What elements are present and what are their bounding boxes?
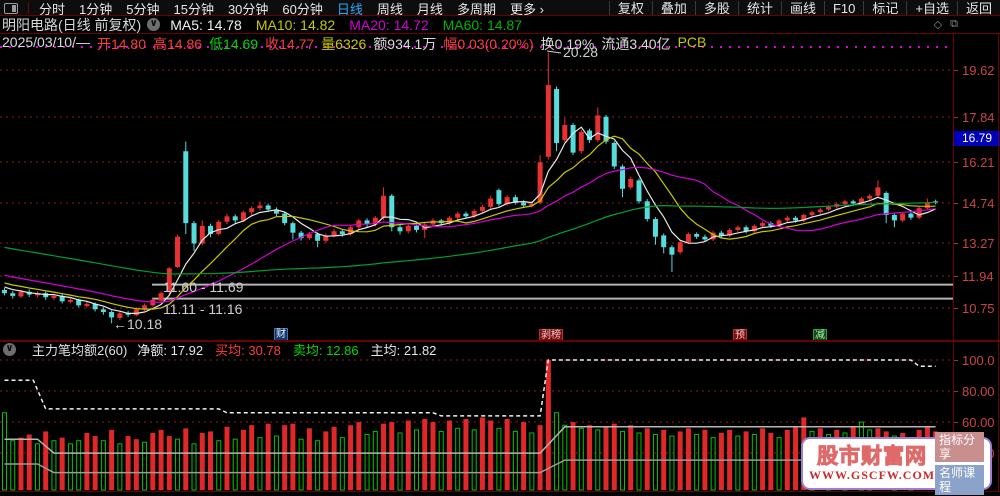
- indicator-field-1: 买均: 30.78: [215, 343, 281, 358]
- layout-icon[interactable]: [4, 2, 18, 14]
- axis-border: [953, 33, 954, 492]
- toolbar-button-1[interactable]: 叠加: [651, 0, 695, 16]
- indicator-field-0: 净额: 17.92: [137, 343, 204, 358]
- diamond-icon[interactable]: ◇: [934, 18, 942, 31]
- toolbar-button-2[interactable]: 多股: [694, 0, 738, 16]
- quote-field-8: 流通3.40亿: [601, 36, 671, 52]
- price-axis-label-4: 13.27: [962, 236, 995, 251]
- chevron-down-icon[interactable]: ∨: [3, 343, 16, 356]
- ma-label-3: MA60: 14.87: [442, 16, 522, 33]
- main-candlestick-chart[interactable]: [0, 33, 953, 338]
- quote-field-3: 收14.77: [265, 36, 315, 52]
- chart-annotation-0: 20.28: [563, 44, 599, 60]
- corner-icons: ◇ ⧉: [934, 18, 958, 31]
- price-axis-label-1: 17.84: [962, 110, 995, 125]
- quote-field-1: 高14.86: [153, 36, 203, 52]
- quote-field-5: 额934.1万: [373, 36, 437, 52]
- title-bar: 明阳电路(日线 前复权) ∨ MA5: 14.78 MA10: 14.82 MA20…: [0, 16, 1000, 33]
- price-axis-label-6: 10.75: [962, 301, 995, 316]
- panel-divider[interactable]: [0, 340, 1000, 342]
- indicator-axis-label-1: 80.00: [962, 384, 995, 399]
- ma-label-2: MA20: 14.72: [349, 16, 429, 33]
- split-window-icon[interactable]: ⧉: [950, 18, 958, 31]
- price-axis-label-0: 19.62: [962, 63, 995, 78]
- price-marker-tag: 16.79: [954, 131, 1000, 146]
- watermark-tag-1: 指标分享: [935, 432, 984, 462]
- quote-info-row: 2025/03/10/— 开14.80 高14.86 低14.69 收14.77 量632…: [2, 34, 707, 52]
- toolbar-buttons: 复权 叠加 多股 统计 画线 F10 标记 +自选 返回: [608, 0, 1000, 16]
- ma-label-0: MA5: 14.78: [170, 16, 242, 33]
- watermark-site: 股市财富网 WWW.GSCFW.COM: [809, 444, 936, 483]
- menu-divider-line: [0, 15, 1000, 16]
- toolbar-button-8[interactable]: 返回: [956, 0, 1000, 16]
- chart-top-border: [0, 33, 1000, 34]
- ma-label-1: MA10: 14.82: [255, 16, 336, 33]
- toolbar-button-0[interactable]: 复权: [608, 0, 652, 16]
- indicator-field-2: 卖均: 12.86: [292, 343, 359, 358]
- trading-app-window: 分时 1分钟 5分钟 15分钟 30分钟 60分钟 日线 周线 月线 多周期 更多 › 复权 叠加 多股…: [0, 0, 1000, 496]
- toolbar-button-7[interactable]: +自选: [906, 0, 957, 16]
- bottom-border: [0, 491, 1000, 492]
- ma-legend: MA5: 14.78 MA10: 14.82 MA20: 14.72 MA60: 14…: [170, 17, 522, 33]
- stock-title: 明阳电路(日线 前复权): [2, 16, 142, 33]
- watermark-tag-2: 名师课程: [935, 465, 984, 495]
- watermark-site-url: WWW.GSCFW.COM: [809, 467, 936, 482]
- toolbar-button-6[interactable]: 标记: [863, 0, 906, 16]
- price-axis-label-2: 16.21: [962, 155, 995, 170]
- indicator-header: ∨ 主力笔均额2(60) 净额: 17.92 买均: 30.78 卖均: 12.86…: [0, 340, 1000, 359]
- quote-date: 2025/03/10/—: [2, 34, 90, 50]
- chevron-down-icon[interactable]: ∨: [147, 18, 161, 31]
- quote-field-9: PCB: [677, 34, 707, 50]
- chart-annotation-3: ←10.18: [113, 316, 163, 332]
- quote-field-2: 低14.69: [209, 36, 259, 52]
- indicator-field-3: 主均: 21.82: [370, 343, 437, 358]
- right-frame: [998, 33, 999, 492]
- quote-field-6: 幅0.03(0.20%): [443, 36, 534, 52]
- price-axis-label-5: 11.94: [962, 269, 994, 284]
- chart-annotation-2: 11.11 - 11.16: [163, 301, 243, 317]
- watermark-tags: 指标分享 名师课程: [935, 432, 984, 495]
- toolbar-button-3[interactable]: 统计: [737, 0, 781, 16]
- menu-divider: [28, 2, 29, 14]
- quote-field-0: 开14.80: [96, 36, 147, 52]
- top-menu-bar: 分时 1分钟 5分钟 15分钟 30分钟 60分钟 日线 周线 月线 多周期 更多 › 复权 叠加 多股…: [0, 0, 1000, 17]
- watermark-site-name: 股市财富网: [817, 444, 928, 468]
- indicator-axis-label-2: 60.00: [962, 415, 995, 430]
- chart-annotation-1: 11.60 - 11.69: [163, 279, 244, 295]
- price-axis-label-3: 14.74: [962, 196, 995, 211]
- toolbar-button-5[interactable]: F10: [823, 0, 863, 16]
- indicator-values: 净额: 17.92 买均: 30.78 卖均: 12.86 主均: 21.82: [137, 340, 436, 359]
- indicator-name[interactable]: 主力笔均额2(60): [32, 340, 127, 359]
- watermark-banner: 股市财富网 WWW.GSCFW.COM 指标分享 名师课程: [801, 432, 992, 495]
- toolbar-button-4[interactable]: 画线: [780, 0, 824, 16]
- quote-field-4: 量6326: [321, 36, 367, 52]
